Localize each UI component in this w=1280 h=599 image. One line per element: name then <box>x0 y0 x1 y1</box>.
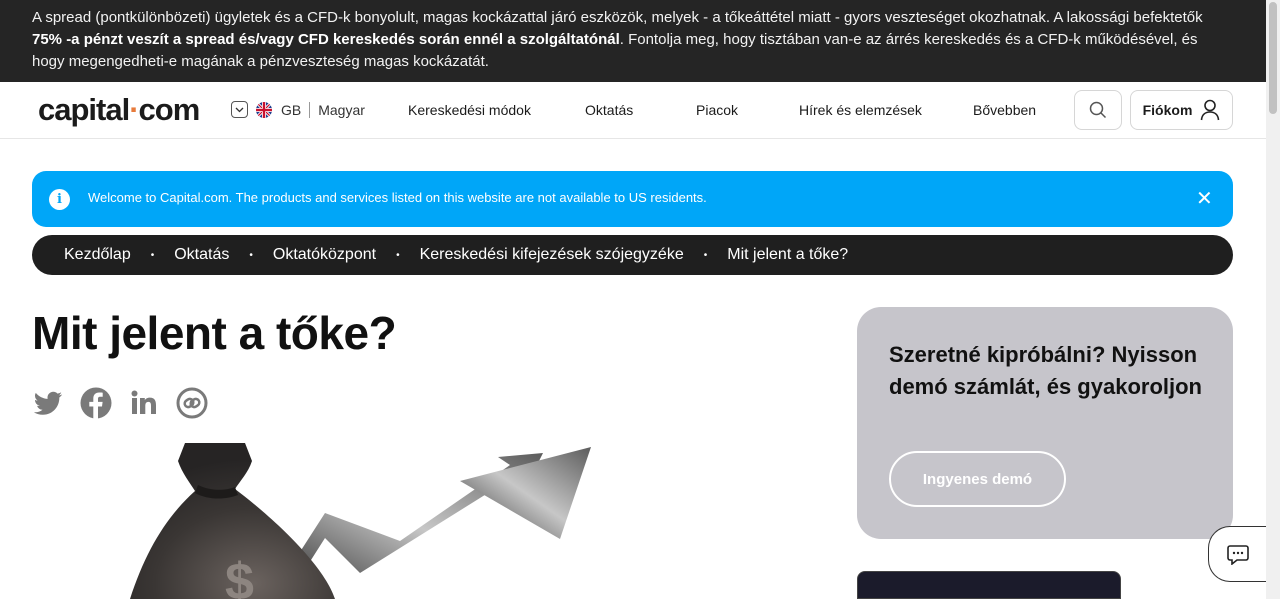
capital-logo[interactable]: capital·com <box>38 92 201 128</box>
locale-divider <box>309 101 311 118</box>
breadcrumb-separator: • <box>150 249 155 261</box>
us-residents-notice: i Welcome to Capital.com. The products a… <box>32 171 1233 227</box>
notice-message: Welcome to Capital.com. The products and… <box>88 190 707 205</box>
risk-warning-text: A spread (pontkülönbözeti) ügyletek és a… <box>32 9 1203 26</box>
facebook-icon[interactable] <box>80 387 112 419</box>
locale-selector[interactable]: GB Magyar <box>231 101 365 118</box>
risk-warning-bar: A spread (pontkülönbözeti) ügyletek és a… <box>0 0 1266 82</box>
linkedin-icon[interactable] <box>128 387 160 419</box>
twitter-icon[interactable] <box>32 387 64 419</box>
account-label: Fiókom <box>1142 102 1193 118</box>
close-icon[interactable]: ✕ <box>1196 186 1213 211</box>
site-header: capital·com GB Magyar Kereskedési módok … <box>0 82 1266 139</box>
breadcrumb-learning-hub[interactable]: Oktatóközpont <box>273 246 376 264</box>
logo-dot: · <box>129 92 139 127</box>
logo-word-1: capital <box>38 92 130 127</box>
nav-education[interactable]: Oktatás <box>585 102 633 118</box>
breadcrumb-separator: • <box>249 249 253 261</box>
breadcrumb-separator: • <box>396 249 400 261</box>
risk-warning-bold: 75% -a pénzt veszít a spread és/vagy CFD… <box>32 31 620 48</box>
breadcrumb-education[interactable]: Oktatás <box>174 246 229 264</box>
money-bag-growth-illustration: $ <box>130 443 591 599</box>
copy-link-icon[interactable] <box>176 387 208 419</box>
nav-trading-modes[interactable]: Kereskedési módok <box>408 102 531 118</box>
search-button[interactable] <box>1074 90 1122 130</box>
breadcrumb-glossary[interactable]: Kereskedési kifejezések szójegyzéke <box>420 246 684 264</box>
info-icon: i <box>49 189 70 210</box>
locale-language: Magyar <box>318 101 365 118</box>
search-icon <box>1089 101 1107 119</box>
nav-news-analysis[interactable]: Hírek és elemzések <box>799 102 922 118</box>
promo-media-card <box>857 571 1121 599</box>
free-demo-button[interactable]: Ingyenes demó <box>889 451 1066 507</box>
page-scrollbar[interactable] <box>1266 0 1280 599</box>
page-title: Mit jelent a tőke? <box>32 307 397 359</box>
chat-icon <box>1226 545 1249 565</box>
nav-more[interactable]: Bővebben <box>973 102 1036 118</box>
promo-heading: Szeretné kipróbálni? Nyisson demó számlá… <box>889 342 1202 399</box>
logo-word-2: com <box>138 92 201 127</box>
uk-flag-icon <box>256 101 272 118</box>
breadcrumb: Kezdőlap • Oktatás • Oktatóközpont • Ker… <box>32 235 1233 275</box>
chat-button[interactable] <box>1208 526 1266 582</box>
nav-markets[interactable]: Piacok <box>696 102 738 118</box>
account-button[interactable]: Fiókom <box>1130 90 1233 130</box>
breadcrumb-current: Mit jelent a tőke? <box>727 246 849 263</box>
scrollbar-thumb[interactable] <box>1269 2 1277 114</box>
svg-text:$: $ <box>225 553 254 599</box>
chevron-down-icon <box>231 101 248 118</box>
breadcrumb-home[interactable]: Kezdőlap <box>64 246 131 264</box>
demo-promo-card: Szeretné kipróbálni? Nyisson demó számlá… <box>857 307 1233 539</box>
user-icon <box>1201 99 1220 121</box>
breadcrumb-separator: • <box>703 249 708 261</box>
locale-country: GB <box>281 101 302 118</box>
